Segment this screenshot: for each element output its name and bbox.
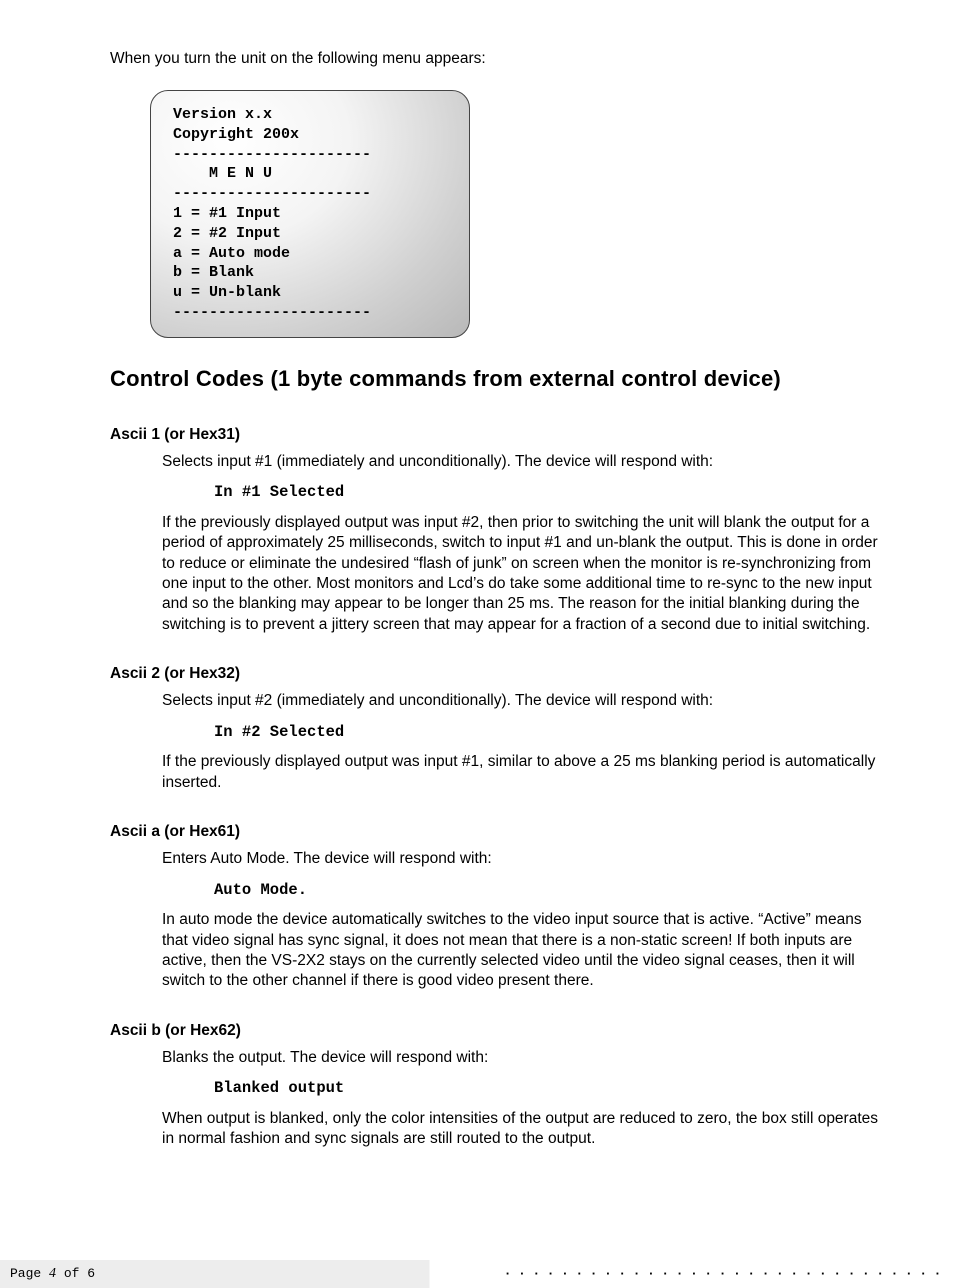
entry-paragraph: In auto mode the device automatically sw… [162, 910, 884, 992]
page-suffix: of 6 [56, 1266, 95, 1281]
page-prefix: Page [10, 1266, 49, 1281]
response-code: In #2 Selected [214, 722, 884, 742]
entry-title: Ascii 2 (or Hex32) [110, 665, 884, 683]
response-code: Blanked output [214, 1078, 884, 1098]
document-page: When you turn the unit on the following … [0, 0, 954, 1210]
entry-paragraph: If the previously displayed output was i… [162, 513, 884, 636]
section-heading: Control Codes (1 byte commands from exte… [110, 366, 884, 392]
entry-paragraph: When output is blanked, only the color i… [162, 1109, 884, 1150]
entry-title: Ascii b (or Hex62) [110, 1022, 884, 1040]
entry-paragraph: Selects input #2 (immediately and uncond… [162, 691, 884, 711]
entry-ascii-1: Ascii 1 (or Hex31) Selects input #1 (imm… [110, 426, 884, 636]
entry-paragraph: Selects input #1 (immediately and uncond… [162, 452, 884, 472]
response-code: In #1 Selected [214, 482, 884, 502]
response-code: Auto Mode. [214, 880, 884, 900]
page-number: Page 4 of 6 [10, 1266, 95, 1282]
entry-ascii-b: Ascii b (or Hex62) Blanks the output. Th… [110, 1022, 884, 1150]
entry-paragraph: If the previously displayed output was i… [162, 752, 884, 793]
footer-dots: ······························· [506, 1266, 954, 1281]
intro-text: When you turn the unit on the following … [110, 50, 884, 68]
page-current: 4 [49, 1266, 56, 1281]
entry-ascii-a: Ascii a (or Hex61) Enters Auto Mode. The… [110, 823, 884, 992]
entry-title: Ascii 1 (or Hex31) [110, 426, 884, 444]
page-footer: Page 4 of 6 ····························… [0, 1260, 954, 1288]
entry-ascii-2: Ascii 2 (or Hex32) Selects input #2 (imm… [110, 665, 884, 793]
menu-display-box: Version x.x Copyright 200x -------------… [150, 90, 470, 338]
entry-paragraph: Enters Auto Mode. The device will respon… [162, 849, 884, 869]
entry-title: Ascii a (or Hex61) [110, 823, 884, 841]
entry-paragraph: Blanks the output. The device will respo… [162, 1048, 884, 1068]
